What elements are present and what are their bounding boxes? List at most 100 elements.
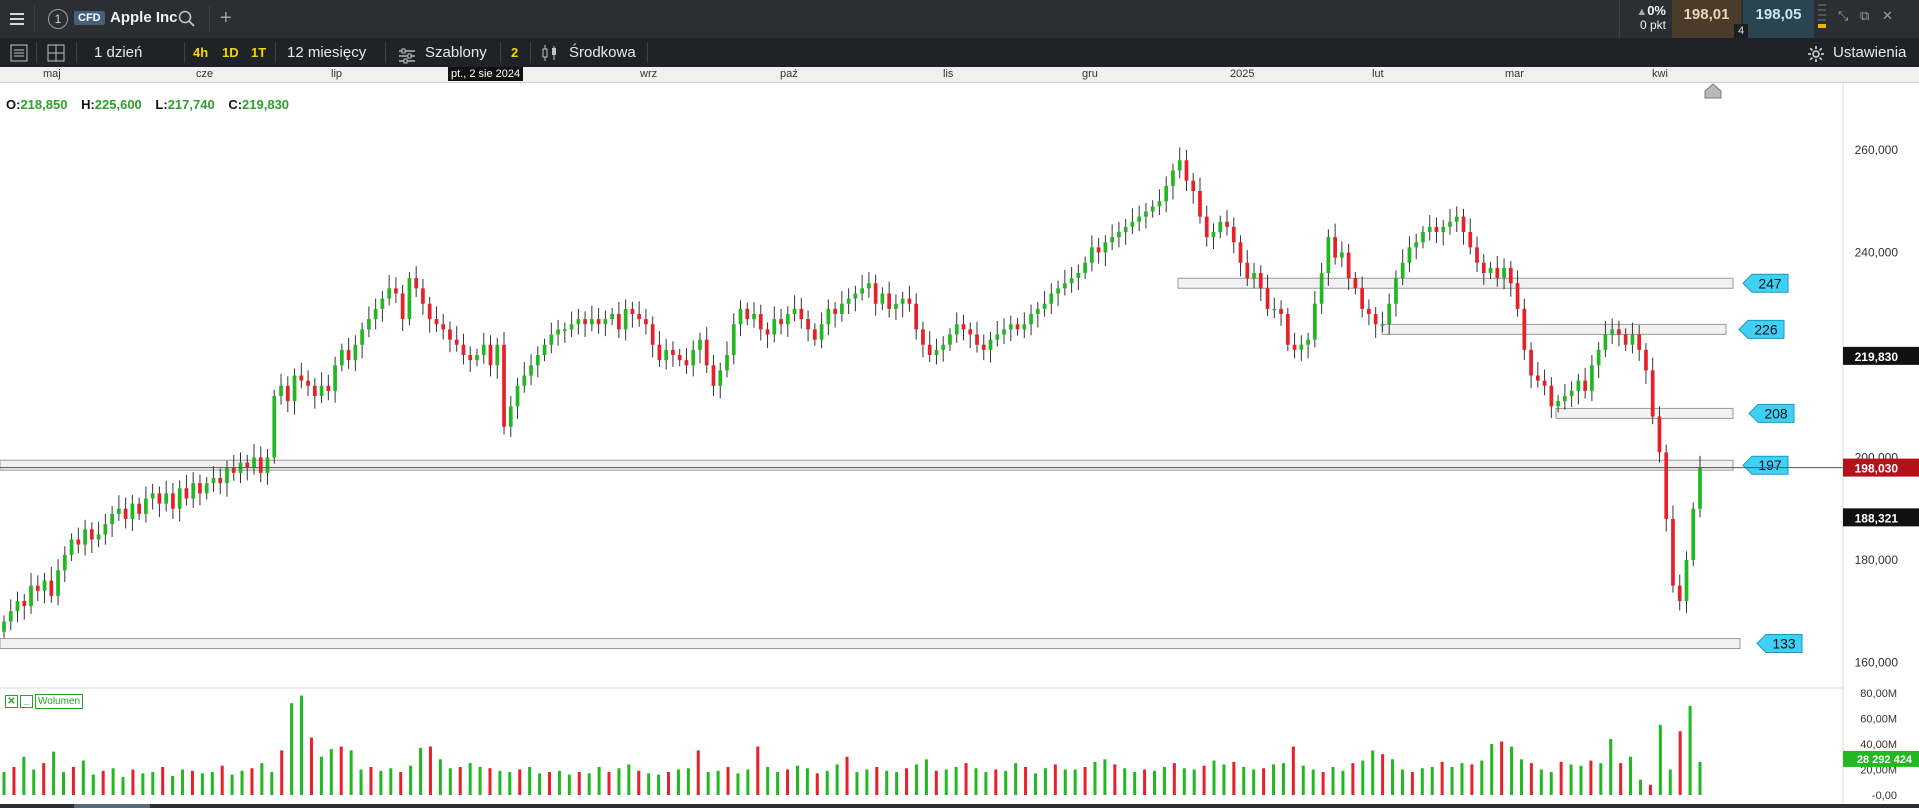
candle[interactable] [1191,172,1196,204]
candle[interactable] [1231,217,1236,254]
candle[interactable] [400,284,405,332]
level-zone[interactable] [1381,323,1727,335]
candle[interactable] [1069,267,1074,293]
volume-bar[interactable] [1668,769,1672,796]
volume-bar[interactable] [1470,764,1474,795]
candle[interactable] [1448,209,1452,235]
candle[interactable] [339,343,344,372]
volume-bar[interactable] [984,772,988,795]
candle[interactable] [900,291,905,318]
volume-bar[interactable] [845,756,849,795]
volume-bar[interactable] [914,764,918,795]
volume-bar[interactable] [895,772,899,795]
candle[interactable] [394,277,398,303]
volume-bar[interactable] [994,769,998,796]
volume-bar[interactable] [706,772,710,795]
volume-bar[interactable] [825,770,829,795]
time-axis[interactable]: maj cze lip pt., 2 sie 2024 wrz paź lis … [0,67,1919,83]
volume-bar[interactable] [795,765,799,795]
search-icon[interactable] [178,10,196,33]
candle[interactable] [1468,218,1473,255]
volume-bar[interactable] [1321,772,1325,795]
candle[interactable] [1529,342,1533,389]
candle[interactable] [812,323,817,346]
candle[interactable] [799,297,804,329]
instrument-name[interactable]: Apple Inc [110,9,178,26]
candle[interactable] [515,377,520,419]
candle[interactable] [1684,551,1689,613]
volume-bar[interactable] [716,770,720,795]
templates-button[interactable]: Szablony [425,38,487,67]
candle[interactable] [1042,291,1047,317]
candle[interactable] [806,310,810,342]
candle[interactable] [1569,381,1574,408]
candle[interactable] [833,301,837,328]
candle[interactable] [204,476,209,500]
instance-number-badge[interactable]: 1 [48,9,68,29]
volume-bar[interactable] [1371,750,1375,795]
minimize-icon[interactable]: ⤡ [1838,8,1848,24]
volume-bar[interactable] [617,768,621,795]
candle[interactable] [873,274,878,316]
volume-bar[interactable] [1242,766,1246,795]
candle[interactable] [1596,342,1601,378]
candle[interactable] [1211,223,1216,250]
volume-bar[interactable] [12,766,16,795]
volume-bar[interactable] [567,774,571,795]
candle[interactable] [556,319,560,346]
add-tab-icon[interactable]: + [220,8,232,28]
candle[interactable] [292,368,297,415]
candle[interactable] [664,338,669,370]
candle[interactable] [927,331,932,362]
volume-bar[interactable] [91,774,95,795]
candle[interactable] [826,299,831,336]
volume-bar[interactable] [855,772,859,795]
candle[interactable] [1103,235,1108,267]
candle[interactable] [1542,369,1547,396]
candle[interactable] [468,346,473,373]
candle[interactable] [508,396,513,437]
candle[interactable] [657,331,662,368]
volume-bar[interactable] [171,775,175,795]
candle[interactable] [1488,261,1493,280]
candle[interactable] [1326,229,1331,286]
candle[interactable] [792,295,797,321]
candle[interactable] [981,334,986,361]
volume-bar[interactable] [1460,763,1464,795]
volume-bar[interactable] [1529,763,1533,795]
scroll-to-latest-icon[interactable] [1704,83,1722,104]
candle[interactable] [948,328,952,351]
volume-indicator-label[interactable]: Wolumen [35,694,84,709]
candle[interactable] [1427,214,1432,241]
candle[interactable] [535,346,540,378]
volume-bar[interactable] [62,772,66,795]
volume-bar[interactable] [667,772,671,795]
candle[interactable] [1292,332,1297,359]
candle[interactable] [89,522,94,554]
candle[interactable] [265,448,270,485]
volume-bar[interactable] [1043,768,1047,795]
candle[interactable] [1137,205,1142,232]
volume-bar[interactable] [934,770,938,795]
candle[interactable] [1373,307,1378,338]
candle[interactable] [191,472,196,508]
candle[interactable] [617,302,621,338]
volume-bar[interactable] [230,774,234,795]
candle[interactable] [1090,235,1094,272]
candle[interactable] [1549,377,1554,419]
candle[interactable] [1508,260,1513,297]
volume-bar[interactable] [538,773,542,795]
volume-bar[interactable] [657,774,661,795]
candle[interactable] [1576,373,1581,405]
candle[interactable] [765,322,770,349]
volume-bar[interactable] [448,768,452,795]
volume-bar[interactable] [1252,769,1256,796]
candle[interactable] [177,480,182,522]
candle[interactable] [360,322,364,359]
volume-bar[interactable] [1063,769,1067,796]
volume-bar[interactable] [181,769,185,796]
candle[interactable] [285,376,290,413]
volume-bar[interactable] [557,770,561,795]
volume-bar[interactable] [1103,759,1107,795]
candle[interactable] [1535,361,1540,388]
